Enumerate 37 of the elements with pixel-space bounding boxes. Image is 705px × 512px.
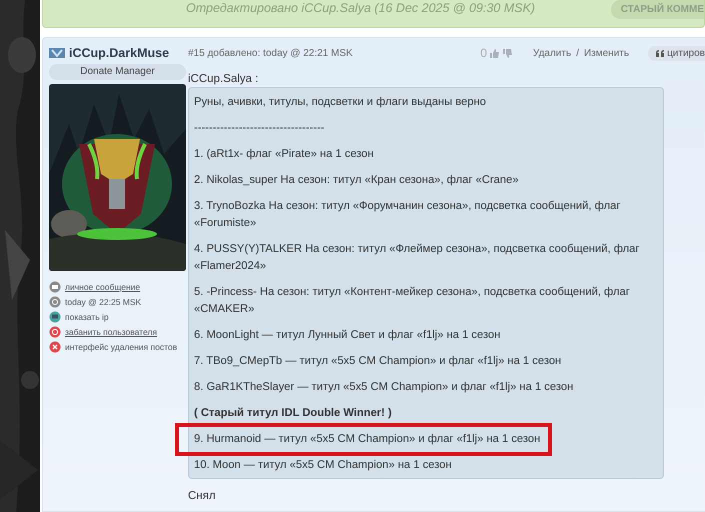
quote-line: 3. TrynoBozka На сезон: титул «Форумчанин сезона», подсветка сообщений, флаг «Forumiste»: [193, 199, 622, 231]
quote-line: Руны, ачивки, титулы, подсветки и флаги выданы верно: [193, 95, 488, 110]
quote-line: 10. Moon — титул «5x5 CM Champion» на 1 сезон: [193, 458, 453, 473]
quote-line: 5. -Princess- На сезон: титул «Контент-мейкер сезона», подсветка сообщений, флаг «CMAKER»: [193, 285, 631, 317]
ban-icon: [49, 326, 61, 338]
post-text: Снял: [188, 490, 217, 502]
quote-button[interactable]: цитиров: [648, 46, 705, 60]
quote-icon: [656, 50, 664, 56]
quote-line: -----------------------------------: [193, 121, 326, 136]
quote-line: 4. PUSSY(Y)TALKER На сезон: титул «Флеймер сезона», подсветка сообщений, флаг «Flamer2024»: [193, 242, 640, 274]
action-link[interactable]: Удалить: [533, 48, 572, 58]
quote-author: iCCup.Salya :: [188, 73, 260, 85]
clock-icon: [49, 296, 61, 308]
thumbs-down-icon[interactable]: [502, 48, 513, 58]
profile-link[interactable]: личное сообщение: [65, 282, 140, 292]
separator: /: [576, 48, 579, 58]
post-meta: #15 добавлено: today @ 22:21 MSK: [188, 48, 354, 58]
role-badge: Donate Manager: [49, 64, 186, 80]
quote-line: 1. (aRt1x- флаг «Pirate» на 1 сезон: [193, 147, 375, 162]
profile-info: today @ 22:25 MSK: [65, 297, 142, 307]
profile-info: интерфейс удаления постов: [65, 342, 178, 352]
profile-info: показать ip: [65, 312, 109, 322]
author-name[interactable]: iCCup.DarkMuse: [69, 46, 170, 60]
quote-line: 7. TBo9_CMepTb — титул «5x5 CM Champion» и флаг «f1lj» на 1 сезон: [193, 354, 562, 369]
message-icon: [49, 281, 61, 293]
monitor-icon: [49, 311, 61, 323]
vote-count: 0: [480, 46, 487, 60]
quote-line: ( Старый титул IDL Double Winner! ): [193, 406, 393, 421]
quote-line: 2. Nikolas_super На сезон: титул «Кран сезона», флаг «Crane»: [193, 173, 520, 188]
thumbs-up-icon[interactable]: [489, 48, 500, 58]
quote-line: 6. MoonLight — титул Лунный Свет и флаг «f1lj» на 1 сезон: [193, 328, 502, 343]
edit-note: Отредактировано iCCup.Salya (16 Dec 2025 @ 09:30 MSK): [186, 0, 536, 14]
quote-line: 8. GaR1KTheSlayer — титул «5x5 CM Champion» и флаг «f1lj» на 1 сезон: [193, 380, 574, 395]
delete-icon: [49, 341, 61, 353]
flag-icon: [49, 48, 65, 58]
action-link[interactable]: Изменить: [584, 48, 630, 58]
profile-link[interactable]: забанить пользователя: [65, 327, 157, 337]
